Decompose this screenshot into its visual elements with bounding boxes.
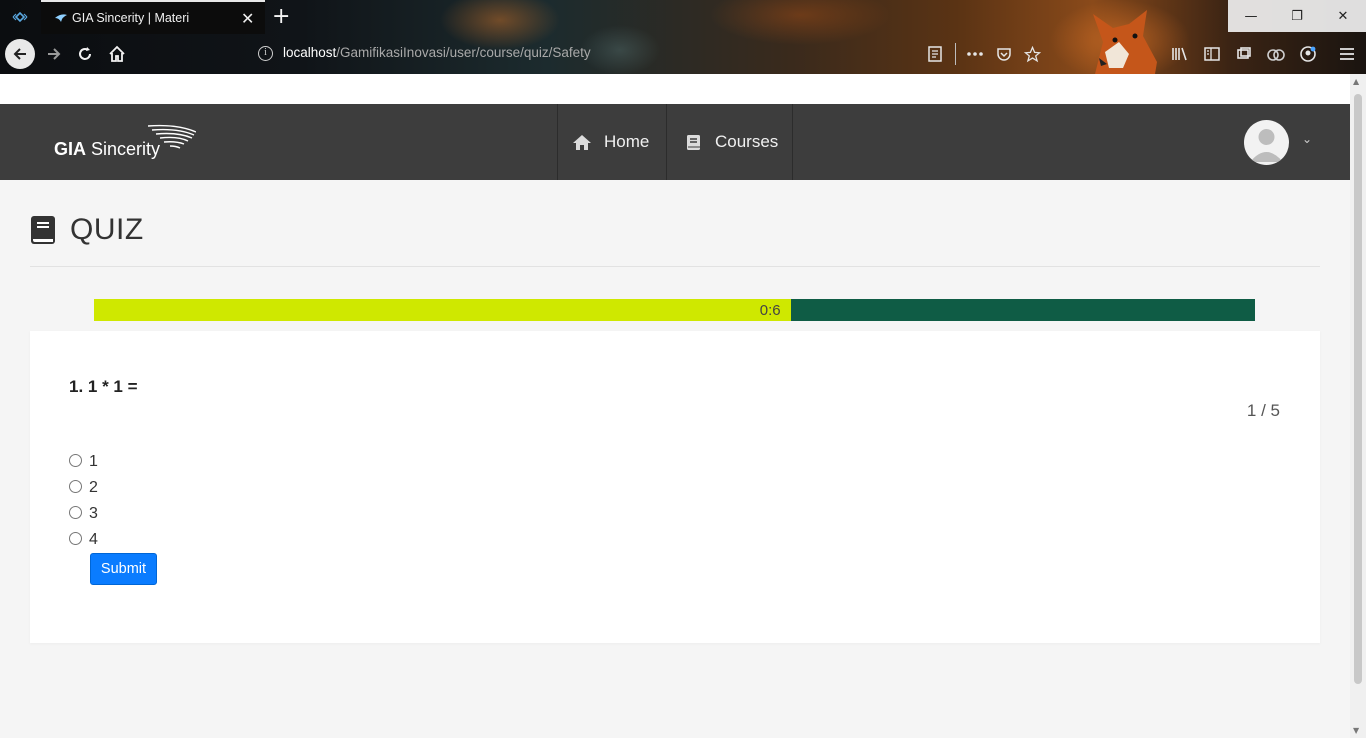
answer-options: 1 2 3 4 [69,451,98,555]
home-icon[interactable] [102,39,132,69]
forward-icon[interactable] [39,39,69,69]
main-menu: Home Courses [557,104,793,180]
home-icon [572,133,592,151]
answer-option[interactable]: 3 [69,503,98,529]
answer-label: 3 [89,505,98,522]
url-host: localhost [283,45,337,60]
timer-progress-fill: 0:6 [94,299,791,321]
restore-button[interactable]: ❐ [1274,0,1320,32]
brand-logo[interactable]: GIA Sincerity [54,124,204,164]
page: GIA Sincerity Home Courses ⌄ QUIZ 0:6 1.… [0,74,1350,738]
page-title: QUIZ [70,213,144,246]
answer-radio[interactable] [69,506,82,519]
page-top-strip [0,74,1350,104]
nav-home[interactable]: Home [557,104,666,180]
answer-option[interactable]: 4 [69,529,98,555]
answer-option[interactable]: 2 [69,477,98,503]
back-icon[interactable] [5,39,35,69]
url-bar[interactable]: localhost/GamifikasiInovasi/user/course/… [283,45,591,60]
chevron-down-icon[interactable]: ⌄ [1302,132,1312,146]
browser-chrome: GIA Sincerity | Materi ✕ + — ❐ ✕ i local… [0,0,1366,74]
answer-radio[interactable] [69,480,82,493]
user-avatar[interactable] [1244,120,1289,165]
star-icon[interactable] [1021,43,1043,65]
tab-title: GIA Sincerity | Materi [72,11,190,25]
reload-icon[interactable] [70,39,100,69]
answer-radio[interactable] [69,454,82,467]
answer-label: 2 [89,479,98,496]
browser-navbar: i localhost/GamifikasiInovasi/user/cours… [0,34,1366,74]
timer-progress-bar: 0:6 [94,299,1255,321]
timer-text: 0:6 [759,302,781,319]
window-controls: — ❐ ✕ [1228,0,1366,32]
brand-wing-icon [148,124,196,149]
account-icon[interactable] [1297,43,1319,65]
sidebar-icon[interactable] [1201,43,1223,65]
site-header: GIA Sincerity Home Courses ⌄ [0,104,1350,180]
library-icon[interactable] [1169,43,1191,65]
url-path: /GamifikasiInovasi/user/course/quiz/Safe… [336,45,591,60]
brand-text: GIA Sincerity [54,139,161,159]
answer-label: 4 [89,531,98,548]
pocket-icon[interactable] [993,43,1015,65]
scroll-down-arrow-icon[interactable]: ▼ [1353,726,1359,735]
toolbar-separator [955,43,956,65]
nav-home-label: Home [604,132,650,151]
question-counter: 1 / 5 [1246,401,1280,420]
heading-divider [30,266,1320,267]
question-card: 1. 1 * 1 = 1 / 5 1 2 3 4 Submit [30,331,1320,643]
book-icon [31,216,55,244]
nav-courses-label: Courses [715,132,779,151]
answer-option[interactable]: 1 [69,451,98,477]
active-tab[interactable]: GIA Sincerity | Materi ✕ [41,0,265,34]
minimize-button[interactable]: — [1228,0,1274,32]
new-tab-button[interactable]: + [272,4,290,29]
answer-label: 1 [89,453,98,470]
quiz-heading: QUIZ [30,210,144,250]
submit-button[interactable]: Submit [90,553,157,585]
scroll-thumb[interactable] [1354,94,1362,684]
scroll-up-arrow-icon[interactable]: ▲ [1353,77,1359,86]
sync-icon[interactable] [1233,43,1255,65]
info-icon[interactable]: i [258,46,273,61]
question-text: 1. 1 * 1 = [69,377,138,396]
answer-radio[interactable] [69,532,82,545]
book-icon [683,133,703,151]
tab-close-icon[interactable]: ✕ [241,9,254,28]
extension-icon[interactable] [1265,43,1287,65]
page-scrollbar[interactable]: ▲ ▼ [1350,74,1366,738]
more-icon[interactable] [964,43,986,65]
reader-icon[interactable] [924,43,946,65]
menu-icon[interactable] [1336,43,1358,65]
nav-courses[interactable]: Courses [666,104,793,180]
tab-strip: GIA Sincerity | Materi ✕ + [0,0,1366,34]
tab-list-icon[interactable] [12,10,28,24]
close-window-button[interactable]: ✕ [1320,0,1366,32]
tab-favicon-icon [55,14,67,22]
